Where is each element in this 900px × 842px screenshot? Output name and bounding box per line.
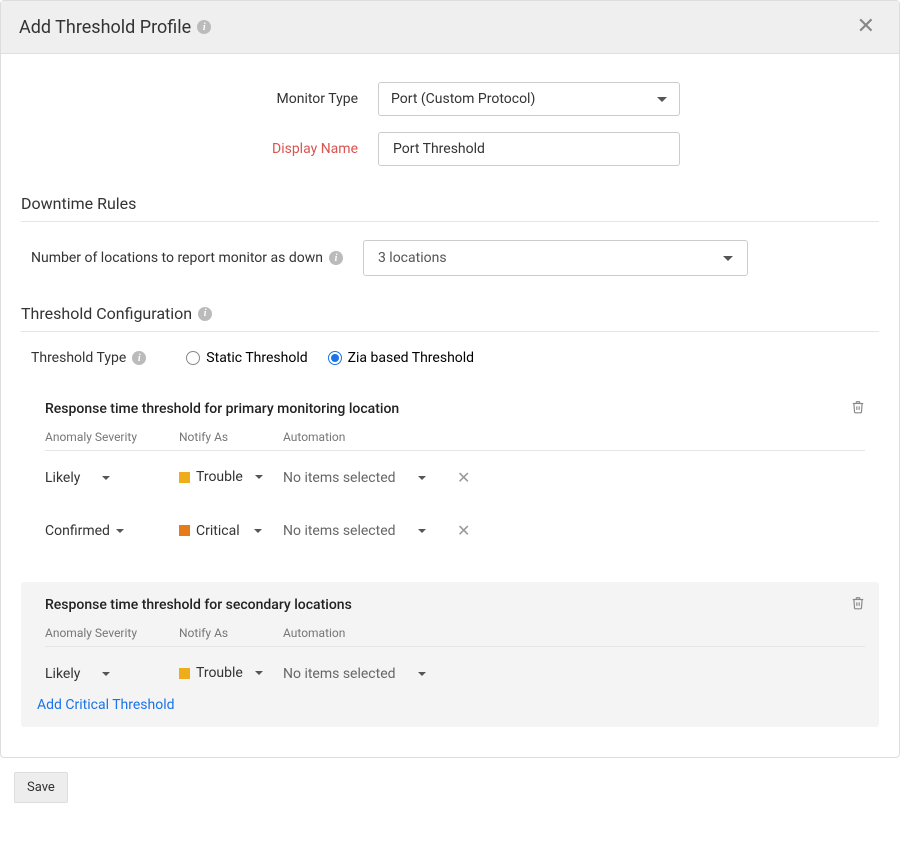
status-color-icon [179, 525, 190, 536]
severity-select[interactable]: Confirmed [45, 523, 124, 539]
info-icon[interactable]: i [132, 351, 146, 365]
notify-value: Trouble [196, 469, 243, 485]
info-icon[interactable]: i [329, 251, 343, 265]
severity-value: Likely [45, 666, 80, 682]
radio-zia-threshold[interactable]: Zia based Threshold [328, 350, 474, 366]
display-name-input[interactable] [391, 140, 667, 158]
chevron-down-icon [254, 529, 262, 533]
chevron-down-icon [116, 529, 124, 533]
notify-select[interactable]: Trouble [179, 469, 263, 485]
chevron-down-icon [418, 672, 426, 676]
radio-static-label: Static Threshold [206, 350, 307, 366]
threshold-type-row: Threshold Type i Static Threshold Zia ba… [31, 350, 879, 366]
automation-value: No items selected [283, 470, 396, 486]
secondary-threshold-table: Anomaly Severity Notify As Automation Li… [45, 620, 865, 693]
monitor-type-label: Monitor Type [21, 91, 378, 107]
display-name-label: Display Name [21, 141, 378, 157]
chevron-down-icon [102, 476, 110, 480]
primary-threshold-block: Response time threshold for primary moni… [21, 386, 879, 572]
chevron-down-icon [418, 529, 426, 533]
display-name-row: Display Name [21, 132, 879, 166]
notify-select[interactable]: Critical [179, 523, 262, 539]
close-icon[interactable]: ✕ [851, 15, 881, 39]
col-notify: Notify As [179, 626, 283, 640]
col-severity: Anomaly Severity [45, 430, 179, 444]
secondary-block-title: Response time threshold for secondary lo… [45, 597, 352, 613]
chevron-down-icon [723, 256, 733, 261]
table-header-row: Anomaly Severity Notify As Automation [45, 620, 865, 647]
dialog-body: Monitor Type Port (Custom Protocol) Disp… [1, 54, 899, 757]
dialog-title: Add Threshold Profile i [19, 17, 211, 38]
add-threshold-dialog: Add Threshold Profile i ✕ Monitor Type P… [0, 0, 900, 758]
severity-value: Confirmed [45, 523, 110, 539]
chevron-down-icon [255, 671, 263, 675]
notify-chip: Critical [179, 523, 240, 539]
radio-static-threshold[interactable]: Static Threshold [186, 350, 307, 366]
primary-threshold-table: Anomaly Severity Notify As Automation Li… [45, 424, 865, 558]
severity-select[interactable]: Likely [45, 470, 110, 486]
monitor-type-row: Monitor Type Port (Custom Protocol) [21, 82, 879, 116]
close-icon[interactable]: ✕ [457, 470, 470, 486]
downtime-locations-select[interactable]: 3 locations [363, 240, 748, 276]
downtime-locations-value: 3 locations [378, 250, 447, 266]
table-row: Likely Trouble [45, 647, 865, 693]
notify-chip: Trouble [179, 665, 243, 681]
threshold-type-label-text: Threshold Type [31, 350, 126, 366]
close-icon[interactable]: ✕ [457, 523, 470, 539]
save-button[interactable]: Save [14, 772, 68, 803]
radio-zia-label: Zia based Threshold [348, 350, 474, 366]
chevron-down-icon [255, 475, 263, 479]
info-icon[interactable]: i [198, 307, 212, 321]
trash-icon[interactable] [851, 596, 865, 614]
automation-value: No items selected [283, 666, 396, 682]
trash-icon[interactable] [851, 400, 865, 418]
monitor-type-value: Port (Custom Protocol) [391, 91, 535, 107]
info-icon[interactable]: i [197, 20, 211, 34]
add-critical-threshold-link[interactable]: Add Critical Threshold [37, 697, 865, 713]
radio-icon [186, 351, 200, 365]
status-color-icon [179, 668, 190, 679]
notify-value: Critical [196, 523, 240, 539]
col-severity: Anomaly Severity [45, 626, 179, 640]
col-automation: Automation [283, 430, 441, 444]
downtime-section-header: Downtime Rules [21, 194, 879, 222]
secondary-block-header: Response time threshold for secondary lo… [45, 596, 865, 614]
automation-select[interactable]: No items selected [283, 470, 426, 486]
severity-select[interactable]: Likely [45, 666, 110, 682]
severity-value: Likely [45, 470, 80, 486]
radio-icon [328, 351, 342, 365]
threshold-section-header: Threshold Configuration i [21, 304, 879, 332]
chevron-down-icon [418, 476, 426, 480]
dialog-title-text: Add Threshold Profile [19, 17, 191, 38]
automation-select[interactable]: No items selected [283, 666, 426, 682]
table-row: Confirmed Critical [45, 505, 865, 559]
notify-chip: Trouble [179, 469, 243, 485]
primary-block-title: Response time threshold for primary moni… [45, 401, 399, 417]
status-color-icon [179, 472, 190, 483]
display-name-input-wrap [378, 132, 680, 166]
col-automation: Automation [283, 626, 441, 640]
col-notify: Notify As [179, 430, 283, 444]
primary-block-header: Response time threshold for primary moni… [45, 400, 865, 418]
automation-value: No items selected [283, 523, 396, 539]
downtime-locations-label-text: Number of locations to report monitor as… [31, 250, 323, 266]
downtime-locations-row: Number of locations to report monitor as… [31, 240, 879, 276]
table-header-row: Anomaly Severity Notify As Automation [45, 424, 865, 451]
table-row: Likely Trouble [45, 451, 865, 505]
notify-value: Trouble [196, 665, 243, 681]
secondary-threshold-block: Response time threshold for secondary lo… [21, 582, 879, 727]
threshold-section-title: Threshold Configuration [21, 304, 192, 323]
monitor-type-select[interactable]: Port (Custom Protocol) [378, 82, 680, 116]
downtime-locations-label: Number of locations to report monitor as… [31, 250, 343, 266]
downtime-section-title: Downtime Rules [21, 194, 136, 213]
notify-select[interactable]: Trouble [179, 665, 263, 681]
dialog-header: Add Threshold Profile i ✕ [1, 1, 899, 54]
threshold-type-label: Threshold Type i [31, 350, 146, 366]
chevron-down-icon [102, 672, 110, 676]
automation-select[interactable]: No items selected [283, 523, 426, 539]
dialog-footer: Save [0, 758, 900, 817]
chevron-down-icon [657, 97, 667, 102]
